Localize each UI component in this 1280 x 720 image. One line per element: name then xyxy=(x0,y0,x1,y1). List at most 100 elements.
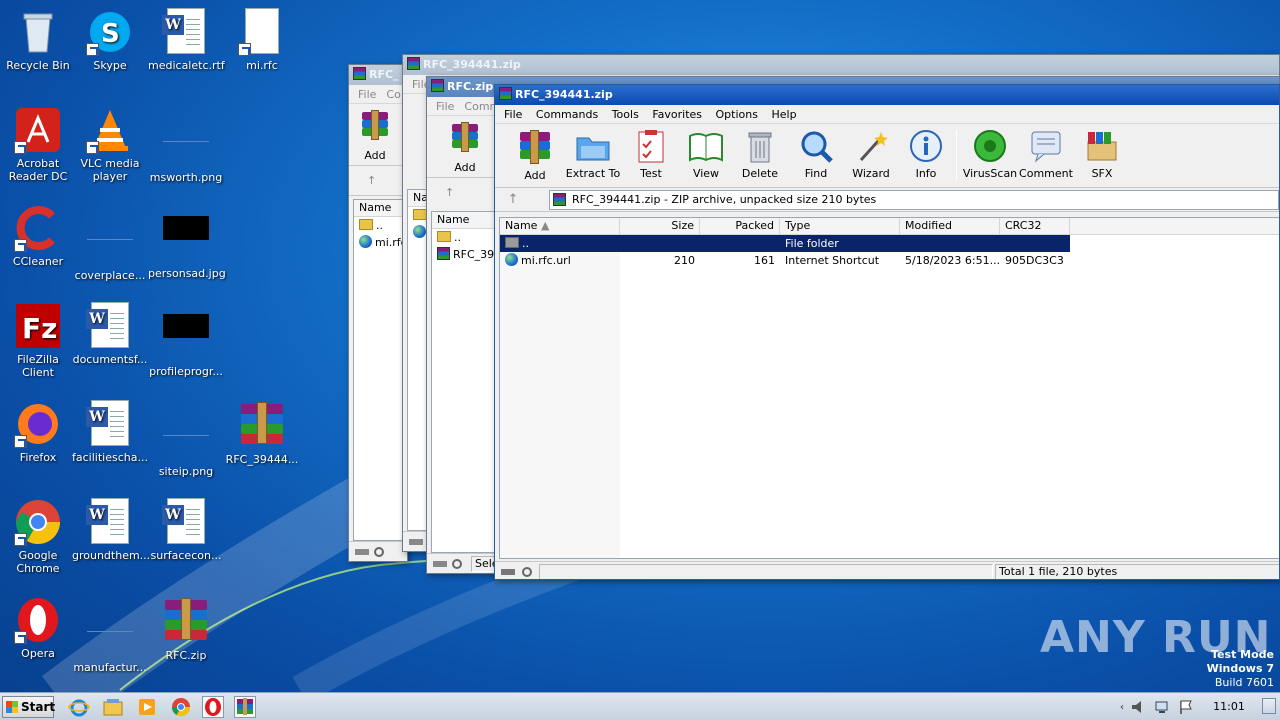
speaker-icon[interactable] xyxy=(1130,699,1146,715)
list-item[interactable]: mi.rfc xyxy=(354,234,407,251)
column-header-size[interactable]: Size xyxy=(620,218,700,235)
desktop-icon-ccleaner[interactable]: CCleaner xyxy=(0,204,76,268)
extract-to-button[interactable]: Extract To xyxy=(563,128,623,180)
add-button[interactable]: Add xyxy=(505,128,565,182)
show-desktop-button[interactable] xyxy=(1262,698,1276,714)
desktop-icon-vlc[interactable]: VLC media player xyxy=(72,106,148,183)
desktop-icon-profileprogr[interactable]: profileprogr... xyxy=(148,302,224,378)
opera-icon[interactable] xyxy=(202,696,224,718)
title-bar[interactable]: RFC_394441.zip xyxy=(495,85,1279,105)
show-hidden-icons-icon[interactable]: ‹ xyxy=(1120,702,1124,713)
desktop-icon-rfc-394441[interactable]: RFC_39444... xyxy=(224,400,300,466)
menu-file[interactable]: File xyxy=(358,88,376,101)
desktop-icon-skype[interactable]: S Skype xyxy=(72,8,148,72)
extract-to-icon xyxy=(575,128,611,164)
file-list[interactable]: Name ▲ Size Packed Type Modified CRC32 .… xyxy=(499,217,1279,559)
up-arrow-icon[interactable]: ↑ xyxy=(427,178,497,208)
file-explorer-icon[interactable] xyxy=(102,696,124,718)
info-button[interactable]: Info xyxy=(896,128,956,180)
winrar-icon xyxy=(407,57,420,70)
desktop-icon-msworth[interactable]: msworth.png xyxy=(148,106,224,184)
desktop-icon-personsad[interactable]: personsad.jpg xyxy=(148,204,226,280)
table-row[interactable]: .. File folder xyxy=(500,235,1070,252)
desktop-icon-coverplace[interactable]: coverplace... xyxy=(72,204,148,282)
view-button[interactable]: View xyxy=(676,128,736,180)
test-button[interactable]: Test xyxy=(621,128,681,180)
firefox-icon xyxy=(14,400,62,448)
desktop-icon-groundthem[interactable]: W groundthem... xyxy=(72,498,150,562)
list-item[interactable]: RFC_394 xyxy=(432,246,500,263)
wizard-icon xyxy=(853,128,889,164)
desktop-icon-documentsf[interactable]: W documentsf... xyxy=(72,302,148,366)
image-file-icon xyxy=(86,610,134,658)
column-header-packed[interactable]: Packed xyxy=(700,218,780,235)
desktop-icon-rfc-zip[interactable]: RFC.zip xyxy=(148,596,224,662)
menu-options[interactable]: Options xyxy=(716,108,758,121)
winrar-window-back-1[interactable]: RFC_ File Co Add ↑ Name .. mi.rfc xyxy=(348,64,408,562)
clock[interactable]: 11:01 PM xyxy=(1204,693,1254,720)
file-list[interactable]: Name .. mi.rfc xyxy=(353,199,407,541)
column-header-name[interactable]: Name ▲ xyxy=(500,218,620,235)
file-list[interactable]: Name .. RFC_394 xyxy=(431,211,501,553)
desktop-icon-acrobat[interactable]: Acrobat Reader DC xyxy=(0,106,76,183)
desktop-icon-opera[interactable]: Opera xyxy=(0,596,76,660)
desktop-icon-medicaletc[interactable]: W medicaletc.rtf xyxy=(148,8,225,72)
table-row[interactable]: mi.rfc.url 210 161 Internet Shortcut 5/1… xyxy=(500,252,1070,269)
winrar-taskbar-icon[interactable] xyxy=(234,696,256,718)
desktop-icon-chrome[interactable]: Google Chrome xyxy=(0,498,76,575)
image-file-icon xyxy=(162,216,210,264)
chrome-icon[interactable] xyxy=(170,696,192,718)
up-arrow-icon[interactable]: ↑ xyxy=(503,192,523,208)
desktop-icon-siteip[interactable]: siteip.png xyxy=(148,400,224,478)
virusscan-button[interactable]: VirusScan xyxy=(960,128,1020,180)
menu-file[interactable]: File xyxy=(504,108,522,121)
comment-button[interactable]: Comment xyxy=(1016,128,1076,180)
delete-button[interactable]: Delete xyxy=(730,128,790,180)
start-button[interactable]: Start xyxy=(2,696,55,718)
add-button[interactable]: Add xyxy=(353,108,397,162)
address-bar: ↑ RFC_394441.zip - ZIP archive, unpacked… xyxy=(495,188,1279,212)
wizard-button[interactable]: Wizard xyxy=(841,128,901,180)
menu-commands[interactable]: Co xyxy=(386,88,400,101)
sfx-button[interactable]: SFX xyxy=(1072,128,1132,180)
media-player-icon[interactable] xyxy=(136,696,158,718)
menu-help[interactable]: Help xyxy=(771,108,796,121)
desktop-icon-recycle-bin[interactable]: Recycle Bin xyxy=(0,8,76,72)
folder-icon xyxy=(437,231,451,242)
address-path[interactable]: RFC_394441.zip - ZIP archive, unpacked s… xyxy=(549,190,1279,210)
column-header-name[interactable]: Name xyxy=(354,200,407,217)
column-header-modified[interactable]: Modified xyxy=(900,218,1000,235)
keys-icon xyxy=(355,547,384,557)
list-item[interactable]: .. xyxy=(354,217,407,234)
find-button[interactable]: Find xyxy=(786,128,846,180)
winrar-window-main[interactable]: RFC_394441.zip File Commands Tools Favor… xyxy=(494,84,1280,580)
winrar-archive-icon xyxy=(162,598,210,646)
status-bar: Total 1 file, 210 bytes xyxy=(495,561,1279,579)
word-document-icon: W xyxy=(162,8,210,56)
list-item[interactable]: .. xyxy=(432,229,500,246)
menu-commands[interactable]: Commands xyxy=(536,108,598,121)
menu-file[interactable]: File xyxy=(436,100,454,113)
add-button[interactable]: Add xyxy=(435,120,495,174)
up-arrow-icon[interactable]: ↑ xyxy=(349,166,407,196)
action-center-flag-icon[interactable] xyxy=(1178,699,1194,715)
recycle-bin-icon xyxy=(14,8,62,56)
column-header-crc32[interactable]: CRC32 xyxy=(1000,218,1070,235)
menu-tools[interactable]: Tools xyxy=(612,108,639,121)
menu-favorites[interactable]: Favorites xyxy=(652,108,702,121)
internet-explorer-icon[interactable] xyxy=(68,696,90,718)
title-bar[interactable]: RFC_ xyxy=(349,65,407,85)
desktop-icon-manufactur[interactable]: manufactur... xyxy=(72,596,148,674)
network-icon[interactable] xyxy=(1154,699,1170,715)
desktop-icon-surfacecon[interactable]: W surfacecon... xyxy=(148,498,224,562)
column-header-name[interactable]: Name xyxy=(432,212,500,229)
desktop-icon-filezilla[interactable]: Fz FileZilla Client xyxy=(0,302,76,379)
title-bar[interactable]: RFC_394441.zip xyxy=(403,55,1279,75)
column-header-type[interactable]: Type xyxy=(780,218,900,235)
status-text: Total 1 file, 210 bytes xyxy=(995,564,1279,579)
desktop-icon-facilitiescha[interactable]: W facilitiescha... xyxy=(72,400,148,464)
acrobat-icon xyxy=(14,106,62,154)
desktop-icon-mi-rfc[interactable]: mi.rfc xyxy=(224,8,300,72)
status-bar: Sele xyxy=(427,553,501,573)
desktop-icon-firefox[interactable]: Firefox xyxy=(0,400,76,464)
